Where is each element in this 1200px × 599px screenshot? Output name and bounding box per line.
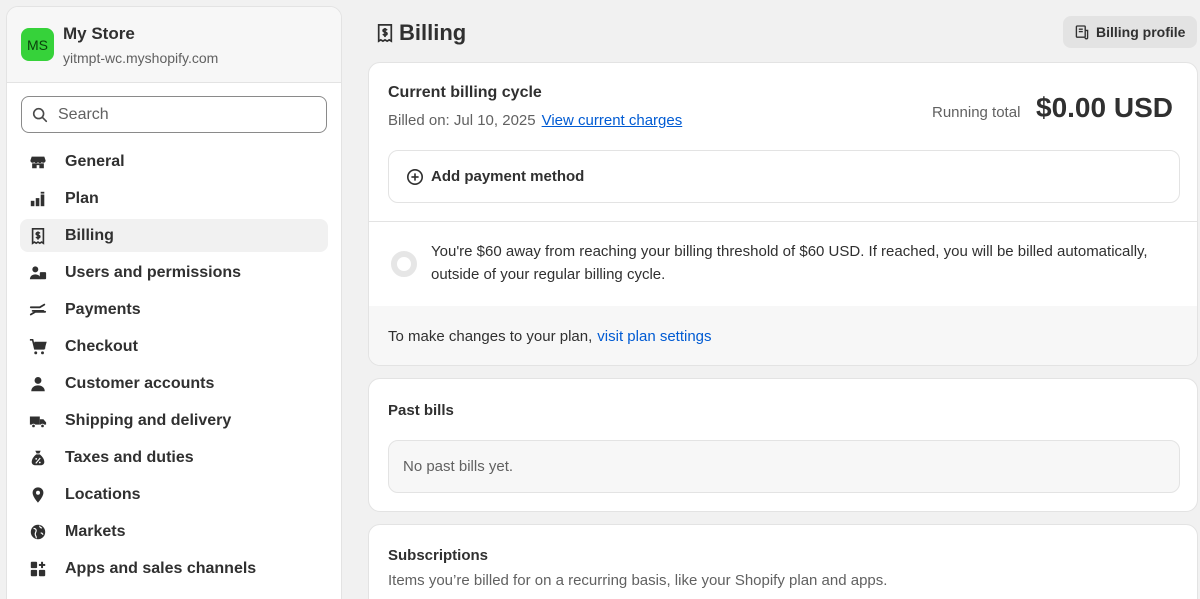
settings-nav: General Plan Billing Users and permissio… (20, 145, 328, 589)
search-icon (32, 107, 48, 122)
sidebar-item-payments[interactable]: Payments (20, 293, 328, 326)
sidebar-item-label: Markets (65, 522, 126, 540)
store-domain: yitmpt-wc.myshopify.com (63, 50, 219, 66)
billing-profile-label: Billing profile (1096, 24, 1186, 40)
globe-icon (29, 523, 47, 541)
sidebar-item-taxes-and-duties[interactable]: Taxes and duties (20, 441, 328, 474)
sidebar-item-label: Apps and sales channels (65, 559, 257, 577)
truck-icon (29, 412, 47, 430)
sidebar-item-checkout[interactable]: Checkout (20, 330, 328, 363)
sidebar-item-markets[interactable]: Markets (20, 515, 328, 548)
page-title-text: Billing (399, 20, 467, 45)
store-header[interactable]: MS My Store yitmpt-wc.myshopify.com (7, 7, 341, 83)
store-icon (29, 153, 47, 171)
threshold-progress-ring (391, 251, 417, 277)
add-payment-method-button[interactable]: Add payment method (388, 150, 1180, 203)
add-payment-method-label: Add payment method (431, 168, 585, 185)
subscriptions-card: Subscriptions Items you’re billed for on… (368, 524, 1198, 599)
billed-on-row: Billed on: Jul 10, 2025 View current char… (388, 112, 682, 129)
divider (369, 221, 1197, 222)
running-total-label: Running total (932, 104, 1021, 121)
view-current-charges-link[interactable]: View current charges (542, 112, 683, 129)
billing-cycle-title: Current billing cycle (388, 84, 542, 101)
subscriptions-description: Items you’re billed for on a recurring b… (388, 572, 888, 589)
past-bills-card: Past bills No past bills yet. (368, 378, 1198, 512)
sidebar-item-label: Taxes and duties (65, 448, 194, 466)
sidebar-item-label: Payments (65, 300, 141, 318)
settings-sidebar: MS My Store yitmpt-wc.myshopify.com Gene… (6, 6, 342, 599)
sidebar-item-label: Locations (65, 485, 141, 503)
apps-icon (29, 560, 47, 578)
sidebar-item-label: Shipping and delivery (65, 411, 232, 429)
sidebar-item-users-and-permissions[interactable]: Users and permissions (20, 256, 328, 289)
sidebar-item-label: Plan (65, 189, 99, 207)
users-icon (29, 264, 47, 282)
location-pin-icon (29, 486, 47, 504)
store-avatar: MS (21, 28, 54, 61)
sidebar-item-apps-and-sales-channels[interactable]: Apps and sales channels (20, 552, 328, 585)
past-bills-empty-state: No past bills yet. (388, 440, 1180, 493)
sidebar-item-general[interactable]: General (20, 145, 328, 178)
sidebar-item-label: Checkout (65, 337, 138, 355)
sidebar-item-label: General (65, 152, 125, 170)
store-name: My Store (63, 24, 135, 43)
sidebar-item-plan[interactable]: Plan (20, 182, 328, 215)
running-total-value: $0.00 USD (1036, 92, 1173, 123)
person-icon (29, 375, 47, 393)
billing-profile-icon (1075, 25, 1089, 40)
past-bills-title: Past bills (388, 402, 454, 419)
cart-icon (29, 338, 47, 356)
store-info: My Store yitmpt-wc.myshopify.com (63, 24, 219, 66)
page-title: Billing (376, 20, 466, 46)
billing-cycle-card: Current billing cycle Billed on: Jul 10,… (368, 62, 1198, 366)
search-input[interactable] (58, 105, 308, 124)
sidebar-item-label: Billing (65, 226, 114, 244)
receipt-icon (377, 24, 393, 43)
tax-icon (29, 449, 47, 467)
plan-settings-footer: To make changes to your plan, visit plan … (369, 306, 1197, 365)
sidebar-item-locations[interactable]: Locations (20, 478, 328, 511)
sidebar-item-customer-accounts[interactable]: Customer accounts (20, 367, 328, 400)
threshold-message: You're $60 away from reaching your billi… (431, 243, 1148, 283)
payments-icon (29, 301, 47, 319)
billed-on-text: Billed on: Jul 10, 2025 (388, 112, 536, 129)
sidebar-item-billing[interactable]: Billing (20, 219, 328, 252)
sidebar-item-label: Customer accounts (65, 374, 215, 392)
plus-circle-icon (406, 168, 424, 185)
plan-icon (29, 190, 47, 208)
sidebar-item-label: Users and permissions (65, 263, 242, 281)
billing-profile-button[interactable]: Billing profile (1063, 16, 1197, 48)
visit-plan-settings-link[interactable]: visit plan settings (597, 328, 711, 345)
subscriptions-title: Subscriptions (388, 547, 489, 564)
search-box[interactable] (21, 96, 327, 133)
receipt-icon (29, 227, 47, 245)
plan-footer-text: To make changes to your plan, (388, 328, 593, 345)
sidebar-item-shipping-and-delivery[interactable]: Shipping and delivery (20, 404, 328, 437)
